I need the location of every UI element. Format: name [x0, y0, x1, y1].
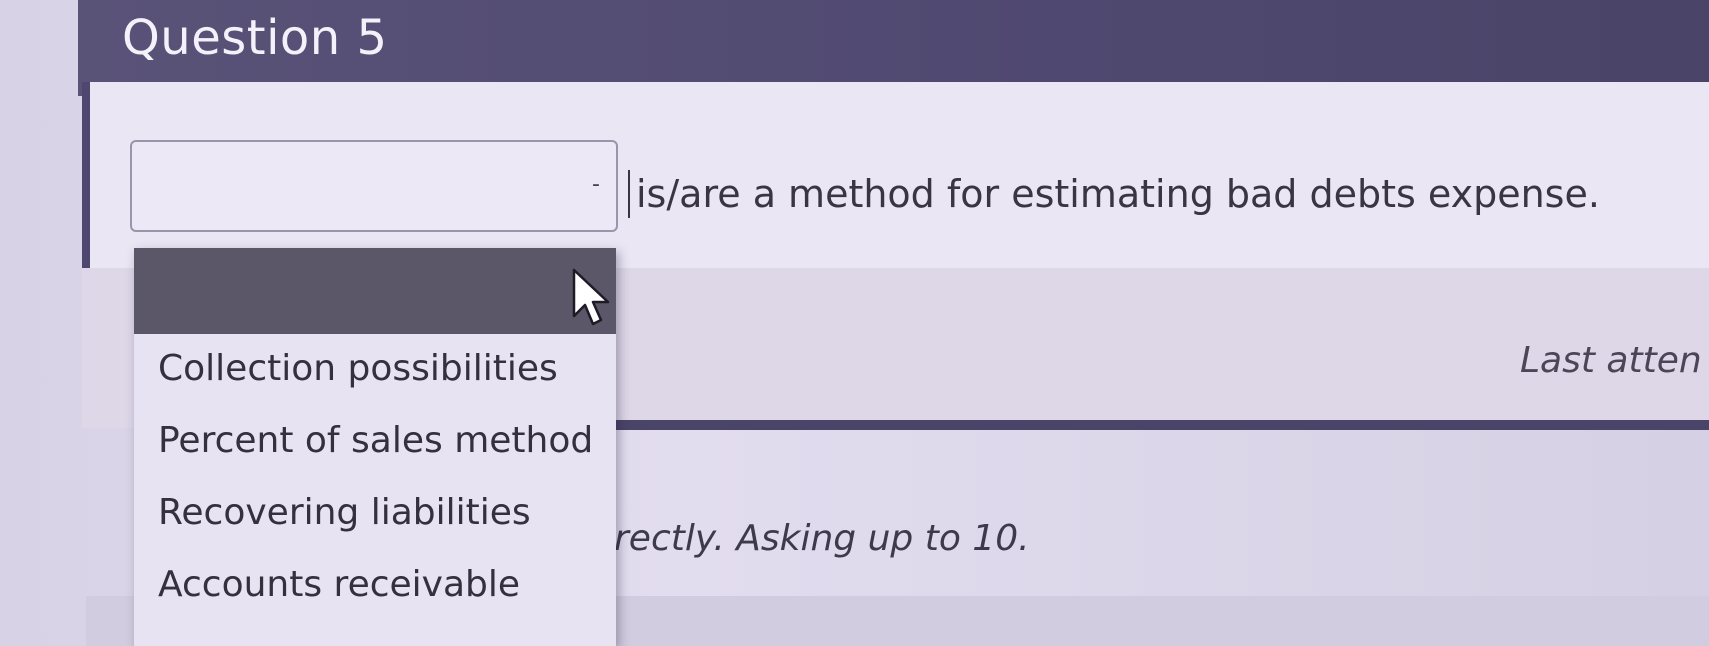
chevron-down-icon[interactable]: -	[592, 172, 600, 197]
mouse-pointer-icon	[572, 268, 610, 326]
dropdown-menu: Collection possibilities Percent of sale…	[134, 248, 616, 646]
dropdown-option-percent-of-sales[interactable]: Percent of sales method	[134, 420, 616, 461]
dropdown-option-collection-possibilities[interactable]: Collection possibilities	[134, 348, 616, 389]
question-title: Question 5	[122, 10, 388, 66]
question-stem: is/are a method for estimating bad debts…	[628, 170, 1600, 218]
dropdown-option-blank[interactable]	[134, 248, 616, 334]
feedback-text: rectly. Asking up to 10.	[614, 518, 1030, 559]
dropdown-option-accounts-receivable[interactable]: Accounts receivable	[134, 564, 616, 605]
dropdown-option-recovering-liabilities[interactable]: Recovering liabilities	[134, 492, 616, 533]
last-attempt-label: Last atten	[1520, 340, 1702, 381]
answer-select[interactable]: -	[130, 140, 618, 232]
divider	[600, 420, 1709, 430]
